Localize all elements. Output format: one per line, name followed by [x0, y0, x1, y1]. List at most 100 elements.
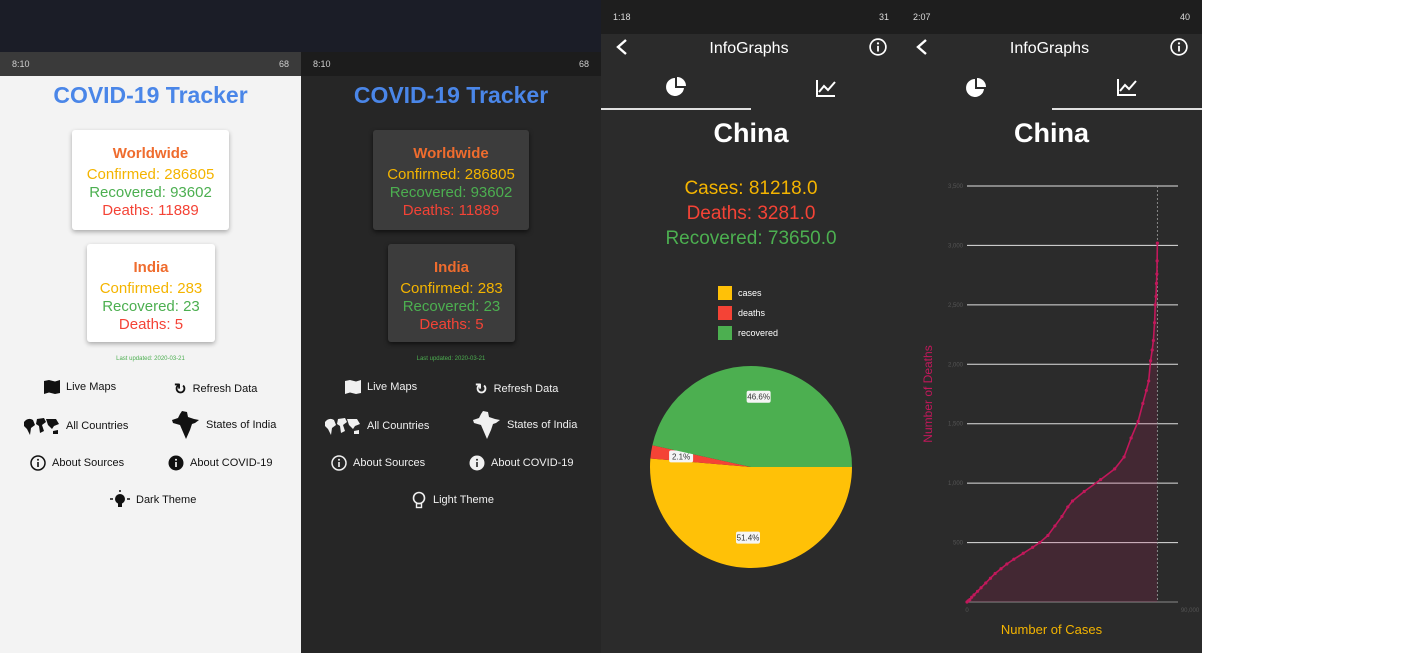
pie-label-text: 46.6%	[747, 393, 770, 402]
data-point	[1082, 489, 1086, 494]
app-bar: InfoGraphs	[901, 34, 1202, 64]
tab-pie-chart[interactable]	[901, 70, 1052, 110]
info-filled-icon	[168, 455, 184, 471]
deaths-count: Deaths: 5	[118, 316, 184, 333]
about-covid-button[interactable]: About COVID-19	[168, 455, 273, 471]
data-point	[1141, 401, 1145, 406]
data-point	[1122, 455, 1126, 459]
data-point	[993, 571, 997, 576]
back-arrow-icon[interactable]	[915, 38, 929, 61]
pie-chart: 51.4% 2.1% 46.6%	[650, 366, 852, 569]
status-time: 1:18	[613, 12, 631, 22]
live-maps-button[interactable]: Live Maps	[345, 380, 417, 394]
y-tick-label: 3,500	[948, 184, 964, 190]
states-of-india-button[interactable]: States of India	[170, 410, 276, 440]
india-card[interactable]: India Confirmed: 283 Recovered: 23 Death…	[388, 244, 515, 342]
y-tick-label: 1,500	[948, 422, 964, 428]
deaths-count: Deaths: 11889	[102, 202, 199, 219]
live-maps-button[interactable]: Live Maps	[44, 380, 116, 394]
about-sources-button[interactable]: About Sources	[30, 455, 124, 471]
refresh-data-button[interactable]: ↻ Refresh Data	[174, 380, 257, 398]
states-of-india-button[interactable]: States of India	[471, 410, 577, 440]
status-battery: 31	[878, 12, 889, 22]
data-point	[1066, 505, 1070, 509]
recovered-count: Recovered: 93602	[89, 184, 212, 201]
button-label: Refresh Data	[192, 383, 258, 395]
about-covid-button[interactable]: About COVID-19	[469, 455, 574, 471]
line-chart: 3,500 3,000 2,500 2,000 1,500 1,000 500 0 90,000…	[921, 184, 1200, 614]
button-label: Light Theme	[433, 494, 494, 506]
confirmed-count: Confirmed: 286805	[387, 166, 515, 183]
status-bar: 1:18 31	[601, 0, 901, 34]
info-filled-icon	[469, 455, 485, 471]
deaths-count: Deaths: 5	[419, 316, 484, 333]
world-map-icon	[22, 416, 60, 436]
legend-label: recovered	[738, 328, 779, 338]
all-countries-button[interactable]: All Countries	[22, 416, 128, 436]
confirmed-count: Confirmed: 286805	[86, 166, 215, 183]
dark-theme-screen: 8:10 68 COVID-19 Tracker Worldwide Confi…	[301, 52, 601, 653]
status-bar: 8:10 68	[301, 52, 601, 76]
pie-value-label: 46.6%	[746, 390, 771, 403]
data-point	[1152, 321, 1157, 325]
theme-toggle-button[interactable]: Dark Theme	[110, 490, 196, 510]
all-countries-button[interactable]: All Countries	[323, 416, 429, 436]
app-bar: InfoGraphs	[601, 34, 901, 64]
data-point	[1155, 241, 1159, 245]
refresh-data-button[interactable]: ↻ Refresh Data	[475, 380, 558, 398]
info-outline-icon[interactable]	[1170, 37, 1188, 61]
top-background-band	[0, 0, 601, 52]
pie-slice-recovered	[652, 366, 852, 467]
info-outline-icon	[331, 455, 347, 471]
button-label: States of India	[206, 419, 277, 431]
data-point	[972, 593, 976, 597]
status-battery: 40	[1179, 12, 1190, 22]
data-point	[1155, 272, 1159, 276]
worldwide-card[interactable]: Worldwide Confirmed: 286805 Recovered: 9…	[72, 130, 229, 230]
data-point	[1151, 338, 1155, 343]
card-title: Worldwide	[413, 145, 489, 162]
map-icon	[345, 380, 361, 394]
india-card[interactable]: India Confirmed: 283 Recovered: 23 Death…	[87, 244, 215, 342]
about-sources-button[interactable]: About Sources	[331, 455, 425, 471]
data-point	[1155, 259, 1159, 263]
tab-bar	[601, 70, 901, 110]
pie-chart-icon	[665, 76, 687, 103]
recovered-count: Recovered: 23	[102, 298, 200, 315]
button-label: Live Maps	[367, 381, 418, 393]
refresh-icon: ↻	[174, 381, 187, 398]
data-point	[1012, 557, 1016, 561]
tab-line-chart[interactable]	[751, 70, 901, 110]
button-label: All Countries	[66, 420, 129, 432]
info-outline-icon[interactable]	[869, 37, 887, 61]
theme-toggle-button[interactable]: Light Theme	[411, 491, 494, 509]
button-label: All Countries	[367, 420, 430, 432]
card-title: India	[133, 259, 169, 276]
line-chart-icon	[1116, 77, 1138, 102]
status-bar: 2:07 40	[901, 0, 1202, 34]
y-tick-label: 1,000	[948, 481, 964, 487]
legend-item-recovered: recovered	[718, 323, 778, 343]
legend-item-cases: cases	[718, 283, 778, 303]
data-point	[984, 581, 988, 585]
status-battery: 68	[578, 59, 589, 69]
back-arrow-icon[interactable]	[615, 38, 629, 61]
data-point	[1005, 562, 1009, 566]
y-axis-title: Number of Deaths	[921, 345, 935, 442]
tab-line-chart[interactable]	[1051, 70, 1202, 110]
info-outline-icon	[30, 455, 46, 471]
data-point	[1031, 545, 1035, 549]
worldwide-card[interactable]: Worldwide Confirmed: 286805 Recovered: 9…	[373, 130, 529, 230]
india-map-icon	[170, 410, 200, 440]
button-label: Live Maps	[66, 381, 117, 393]
data-point	[1060, 514, 1064, 519]
pie-value-label: 51.4%	[736, 531, 761, 544]
x-axis-title: Number of Cases	[1000, 622, 1103, 637]
data-point	[1147, 379, 1151, 383]
data-point	[979, 586, 983, 590]
tab-pie-chart[interactable]	[601, 70, 751, 110]
last-updated-text: Last updated: 2020-03-21	[416, 356, 486, 362]
x-tick-label: 0	[965, 608, 969, 614]
y-tick-label: 500	[953, 541, 964, 547]
app-title: COVID-19 Tracker	[353, 82, 549, 108]
